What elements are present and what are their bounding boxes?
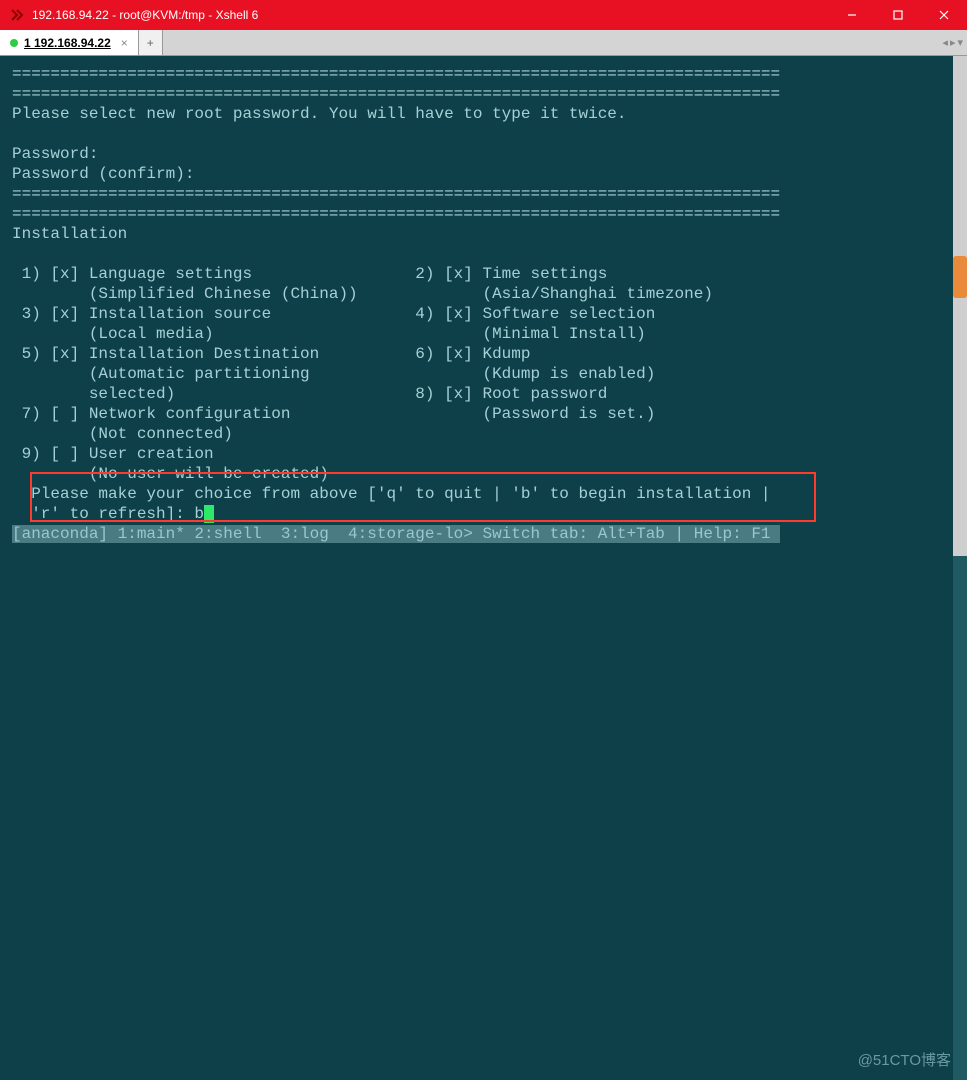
add-tab-button[interactable]: + <box>139 30 163 55</box>
install-option-7-detail: (Not connected) <box>12 425 233 443</box>
scrollbar[interactable] <box>953 56 967 1080</box>
watermark: @51CTO博客 <box>858 1049 951 1070</box>
window-title: 192.168.94.22 - root@KVM:/tmp - Xshell 6 <box>32 8 829 22</box>
tab-next-icon[interactable]: ▸ <box>950 36 956 49</box>
tab-nav: ◂ ▸ ▾ <box>938 30 967 55</box>
install-header: Installation <box>12 225 127 243</box>
app-icon <box>8 6 26 24</box>
scrollbar-thumb[interactable] <box>953 56 967 556</box>
install-option-9-detail: (No user will be created) <box>12 465 329 483</box>
session-tab[interactable]: 1 192.168.94.22 × <box>0 30 139 55</box>
install-option-3-detail: (Local media) (Minimal Install) <box>12 325 646 343</box>
terminal-output[interactable]: ========================================… <box>12 64 953 1072</box>
choice-prompt-line1: Please make your choice from above ['q' … <box>12 485 771 503</box>
tab-close-icon[interactable]: × <box>121 36 128 50</box>
tab-prev-icon[interactable]: ◂ <box>942 36 948 49</box>
close-button[interactable] <box>921 0 967 30</box>
separator-line: ========================================… <box>12 185 780 203</box>
minimize-button[interactable] <box>829 0 875 30</box>
separator-line: ========================================… <box>12 85 780 103</box>
window-titlebar: 192.168.94.22 - root@KVM:/tmp - Xshell 6 <box>0 0 967 30</box>
separator-line: ========================================… <box>12 65 780 83</box>
scroll-indicator-icon <box>953 256 967 298</box>
install-option-5: 5) [x] Installation Destination 6) [x] K… <box>12 345 530 363</box>
terminal-area[interactable]: ========================================… <box>0 56 967 1080</box>
install-option-3: 3) [x] Installation source 4) [x] Softwa… <box>12 305 655 323</box>
separator-line: ========================================… <box>12 205 780 223</box>
password-confirm: Password (confirm): <box>12 165 204 183</box>
maximize-button[interactable] <box>875 0 921 30</box>
status-dot-icon <box>10 39 18 47</box>
install-option-9: 9) [ ] User creation <box>12 445 214 463</box>
install-option-7: 7) [ ] Network configuration (Password i… <box>12 405 655 423</box>
install-option-5-detail2: selected) 8) [x] Root password <box>12 385 607 403</box>
tabstrip-spacer <box>163 30 939 55</box>
anaconda-statusbar: [anaconda] 1:main* 2:shell 3:log 4:stora… <box>12 525 780 543</box>
install-option-5-detail: (Automatic partitioning (Kdump is enable… <box>12 365 655 383</box>
terminal-cursor <box>204 505 214 523</box>
install-option-1: 1) [x] Language settings 2) [x] Time set… <box>12 265 607 283</box>
tab-label: 1 192.168.94.22 <box>24 36 111 50</box>
plus-icon: + <box>147 36 154 50</box>
install-option-1-detail: (Simplified Chinese (China)) (Asia/Shang… <box>12 285 713 303</box>
password-header: Please select new root password. You wil… <box>12 105 627 123</box>
password-prompt: Password: <box>12 145 108 163</box>
tab-menu-icon[interactable]: ▾ <box>957 36 963 49</box>
choice-prompt-line2: 'r' to refresh]: b <box>12 505 204 523</box>
tab-strip: 1 192.168.94.22 × + ◂ ▸ ▾ <box>0 30 967 56</box>
